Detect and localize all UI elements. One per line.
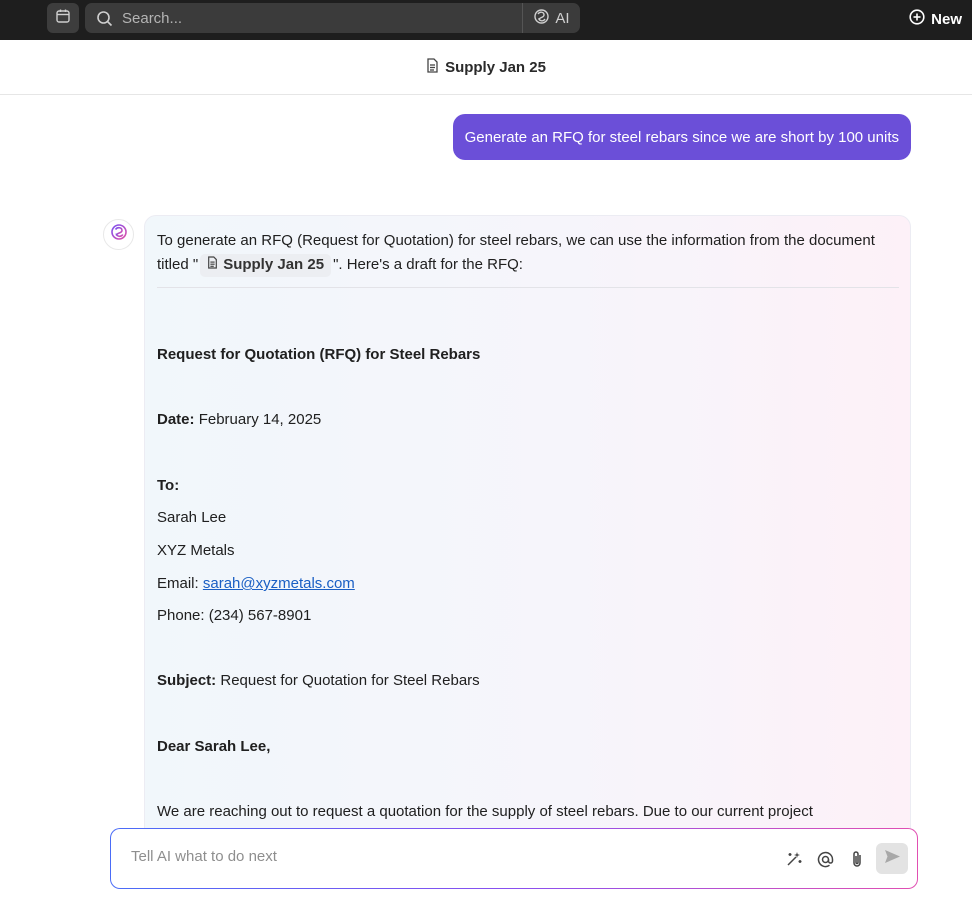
document-icon (207, 253, 218, 277)
send-icon (884, 849, 901, 869)
rfq-body: We are reaching out to request a quotati… (157, 803, 813, 820)
rfq-heading: Request for Quotation (RFQ) for Steel Re… (157, 346, 481, 363)
subject-value: Request for Quotation for Steel Rebars (220, 672, 480, 689)
ai-input-bar[interactable]: Tell AI what to do next (110, 828, 918, 889)
top-bar: Search... AI New (0, 0, 972, 40)
new-button[interactable]: New (909, 9, 962, 29)
ai-logo-icon (110, 223, 128, 246)
recipient-name: Sarah Lee (157, 509, 227, 526)
rfq-subject: Subject: Request for Quotation for Steel… (157, 669, 480, 693)
rfq-date: Date: February 14, 2025 (157, 408, 321, 432)
email-link[interactable]: sarah@xyzmetals.com (203, 575, 355, 592)
divider (157, 287, 899, 288)
intro-text-part2: ". Here's a draft for the RFQ: (333, 256, 523, 273)
rfq-greeting: Dear Sarah Lee, (157, 738, 271, 755)
recipient-phone: Phone: (234) 567-8901 (157, 607, 312, 624)
document-icon (426, 57, 439, 77)
date-label: Date: (157, 411, 195, 428)
magic-wand-icon[interactable] (784, 849, 804, 869)
recipient-company: XYZ Metals (157, 542, 235, 559)
ai-input-container[interactable]: Tell AI what to do next (111, 829, 917, 888)
ai-response-card: To generate an RFQ (Request for Quotatio… (144, 215, 911, 855)
ai-prompt-input[interactable]: Tell AI what to do next (131, 848, 277, 865)
ai-avatar (103, 219, 134, 250)
send-button[interactable] (876, 843, 908, 874)
paperclip-icon[interactable] (847, 849, 867, 869)
search-input[interactable]: Search... (122, 10, 522, 27)
ai-search-button[interactable]: AI (522, 3, 580, 33)
at-sign-icon[interactable] (815, 849, 835, 869)
conversation-header: Supply Jan 25 (0, 40, 972, 95)
document-chip-label: Supply Jan 25 (223, 256, 325, 274)
plus-circle-icon (909, 9, 925, 29)
document-title[interactable]: Supply Jan 25 (445, 59, 546, 76)
email-label: Email: (157, 575, 199, 592)
calendar-button[interactable] (47, 3, 79, 33)
user-message-bubble: Generate an RFQ for steel rebars since w… (452, 114, 911, 160)
date-value: February 14, 2025 (198, 411, 322, 428)
recipient-email: Email: sarah@xyzmetals.com (157, 572, 355, 596)
ai-button-label: AI (555, 9, 570, 27)
ai-intro-text: To generate an RFQ (Request for Quotatio… (157, 229, 899, 277)
subject-label: Subject: (157, 672, 217, 689)
new-button-label: New (931, 10, 962, 28)
to-label: To: (157, 477, 180, 494)
ai-logo-icon (533, 8, 550, 29)
calendar-icon (55, 8, 71, 29)
search-icon (96, 9, 114, 27)
document-chip[interactable]: Supply Jan 25 (200, 253, 332, 277)
user-message-text: Generate an RFQ for steel rebars since w… (464, 128, 899, 146)
search-bar[interactable]: Search... AI (85, 3, 580, 33)
